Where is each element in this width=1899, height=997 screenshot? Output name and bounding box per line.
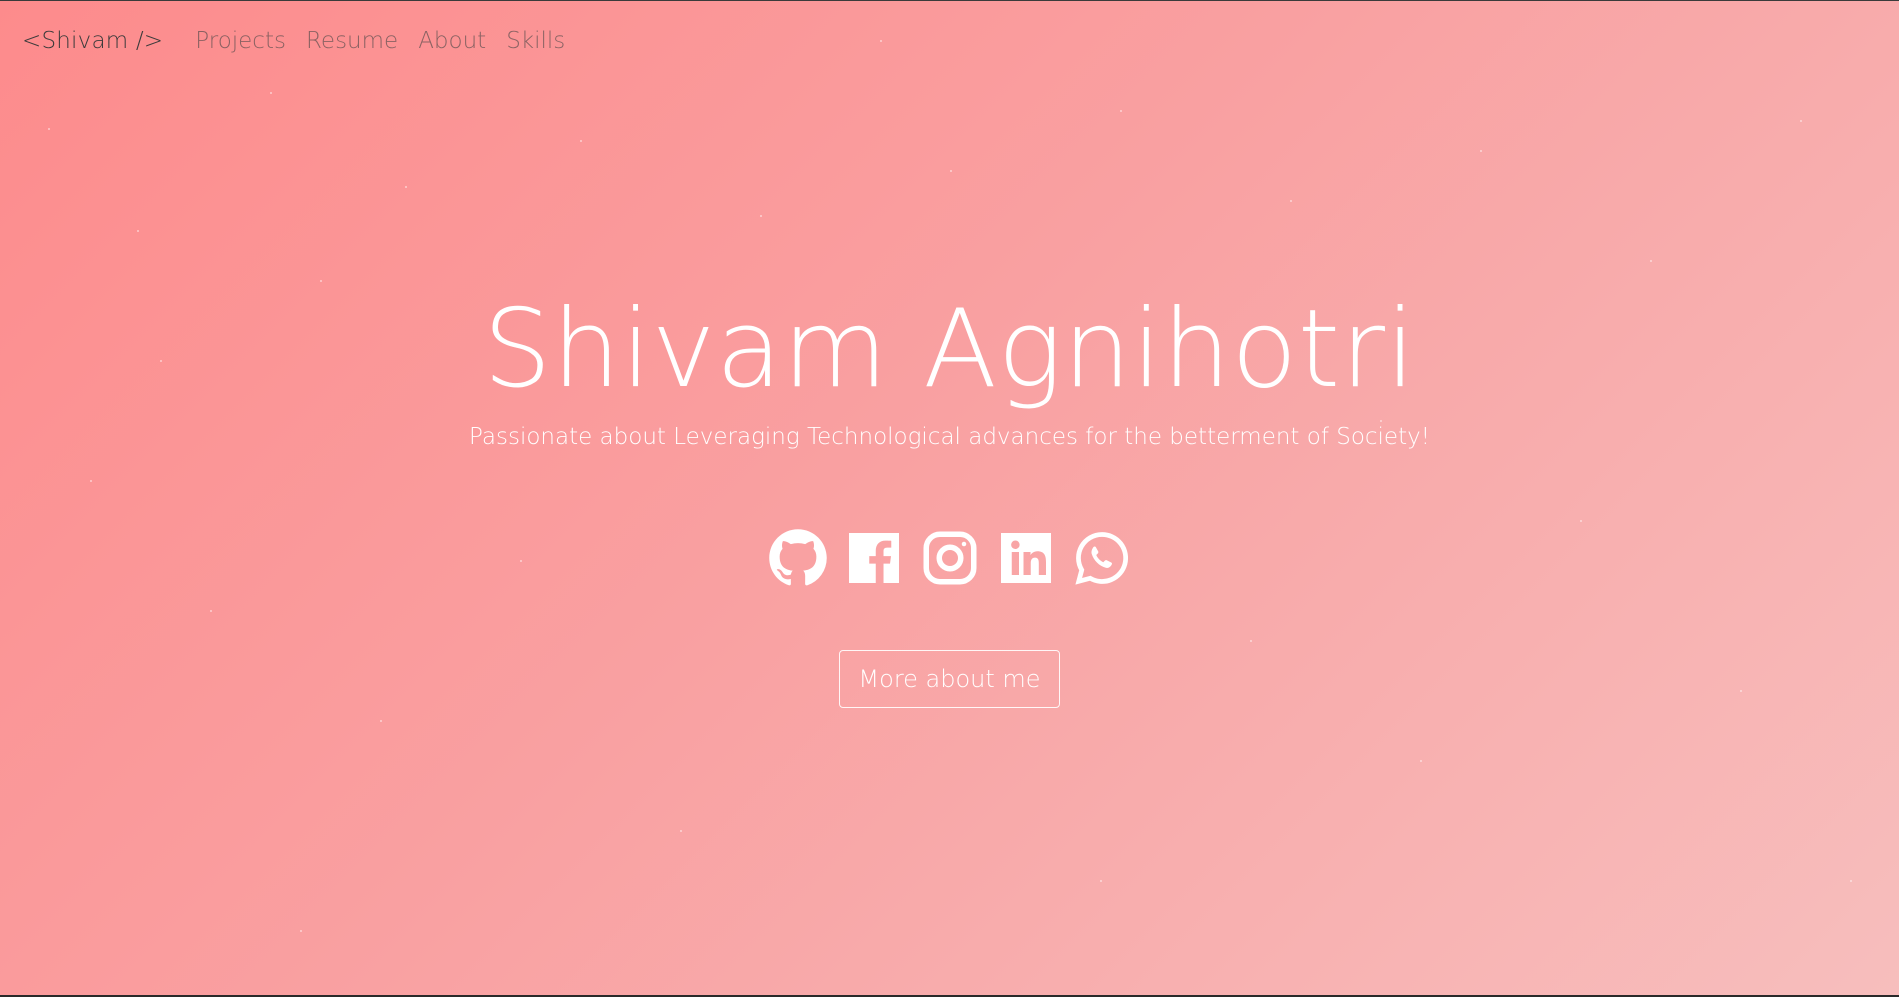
- star: [880, 40, 882, 42]
- star: [1420, 760, 1422, 762]
- star: [137, 230, 139, 232]
- social-links: [0, 528, 1899, 588]
- instagram-icon: [923, 531, 976, 585]
- facebook-link[interactable]: [844, 528, 904, 588]
- star: [1650, 260, 1652, 262]
- top-nav: <Shivam /> Projects Resume About Skills: [22, 24, 585, 58]
- star: [1850, 880, 1852, 882]
- star: [1800, 120, 1802, 122]
- star: [680, 830, 682, 832]
- star: [1290, 200, 1292, 202]
- more-about-me-button[interactable]: More about me: [839, 650, 1060, 708]
- whatsapp-link[interactable]: [1072, 528, 1132, 588]
- github-link[interactable]: [768, 528, 828, 588]
- nav-link-resume[interactable]: Resume: [306, 28, 398, 54]
- nav-link-about[interactable]: About: [418, 28, 486, 54]
- hero-subtitle: Passionate about Leveraging Technologica…: [469, 424, 1430, 450]
- nav-link-projects[interactable]: Projects: [195, 28, 286, 54]
- top-edge: [0, 0, 1899, 1]
- facebook-icon: [848, 533, 899, 583]
- star: [1480, 150, 1482, 152]
- linkedin-icon: [1000, 533, 1051, 583]
- github-icon: [768, 529, 827, 586]
- whatsapp-icon: [1074, 532, 1128, 585]
- linkedin-link[interactable]: [996, 528, 1056, 588]
- star: [380, 720, 382, 722]
- star: [270, 92, 272, 94]
- star: [405, 186, 407, 188]
- star: [1100, 880, 1102, 882]
- star: [300, 930, 302, 932]
- brand-logo[interactable]: <Shivam />: [22, 28, 163, 54]
- hero-section: Shivam Agnihotri Passionate about Levera…: [0, 282, 1899, 708]
- star: [48, 128, 50, 130]
- instagram-link[interactable]: [920, 528, 980, 588]
- star: [760, 215, 762, 217]
- star: [580, 140, 582, 142]
- star: [1120, 110, 1122, 112]
- star: [950, 170, 952, 172]
- page: <Shivam /> Projects Resume About Skills …: [0, 0, 1899, 997]
- nav-link-skills[interactable]: Skills: [506, 28, 565, 54]
- hero-title: Shivam Agnihotri: [482, 287, 1417, 412]
